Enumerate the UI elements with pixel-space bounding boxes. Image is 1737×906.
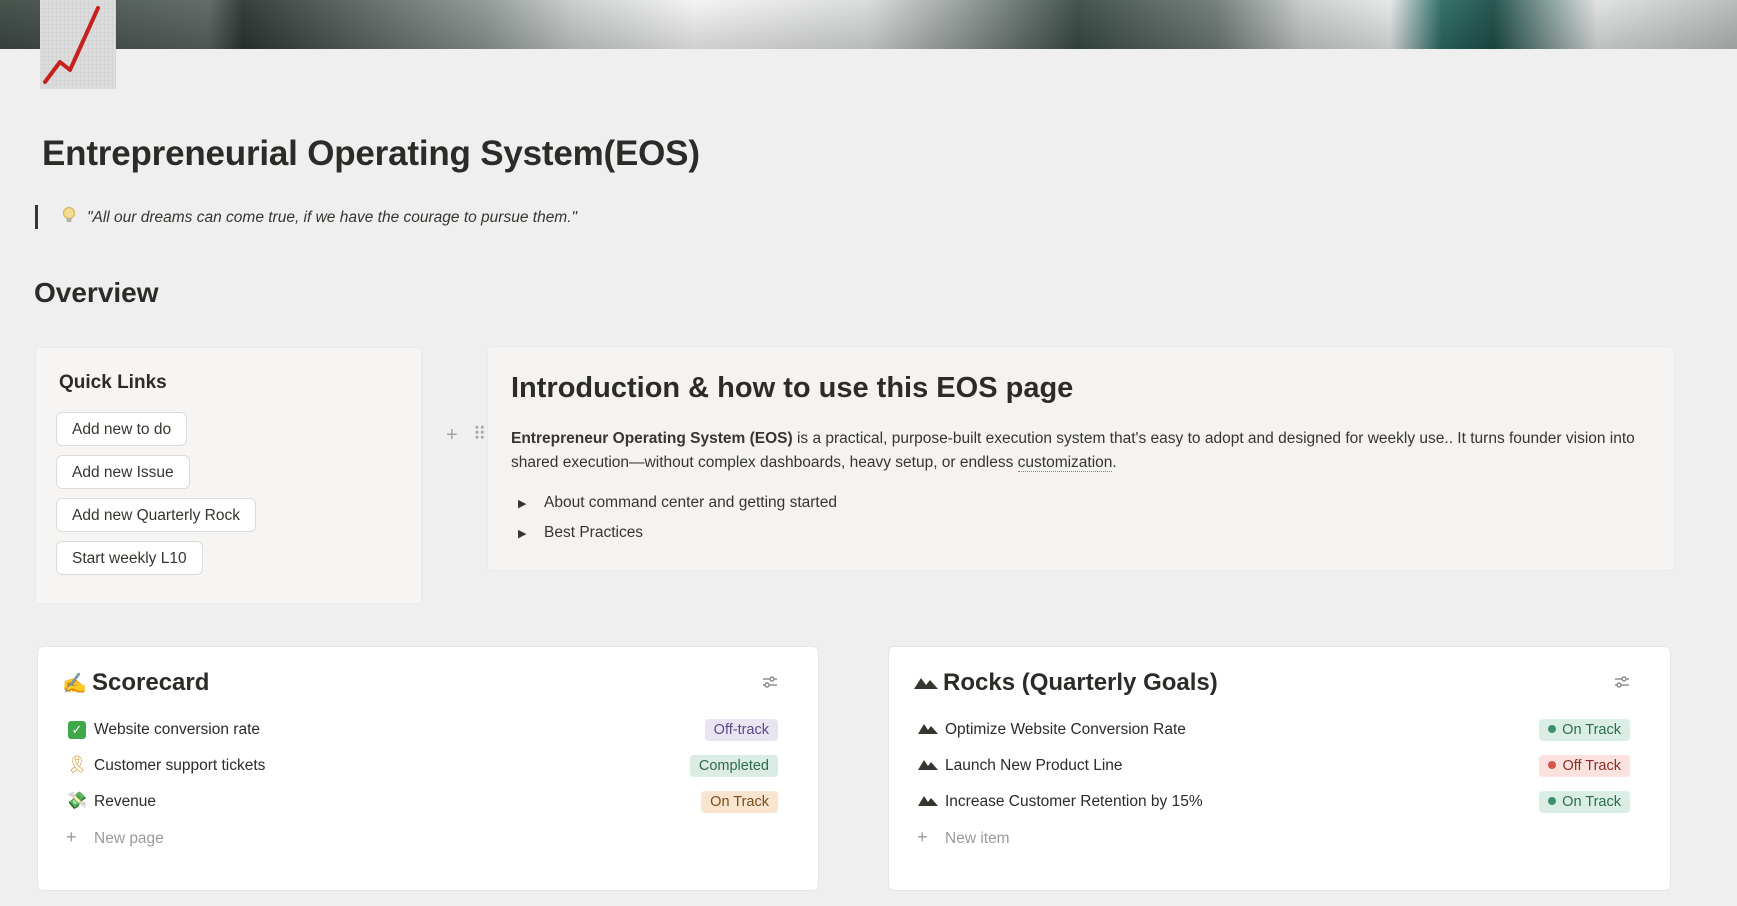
scorecard-title[interactable]: ✍ Scorecard — [62, 669, 209, 697]
new-page-label: New page — [94, 830, 164, 847]
mountain-icon — [917, 719, 939, 739]
intro-body[interactable]: Entrepreneur Operating System (EOS) is a… — [511, 427, 1651, 475]
add-block-icon[interactable]: + — [446, 424, 458, 447]
page-cover-image[interactable] — [0, 0, 1737, 49]
status-dot — [1548, 725, 1557, 733]
check-mark-icon: ✓ — [66, 719, 88, 739]
status-badge[interactable]: On Track — [701, 791, 778, 813]
status-text: Off Track — [1562, 758, 1621, 774]
add-new-todo-button[interactable]: Add new to do — [56, 412, 188, 446]
start-weekly-l10-button[interactable]: Start weekly L10 — [56, 541, 203, 575]
chart-increasing-icon[interactable] — [40, 0, 116, 89]
view-settings-icon[interactable] — [762, 675, 778, 693]
mountains-icon — [913, 673, 943, 696]
writing-hand-icon: ✍ — [62, 673, 87, 695]
section-heading-overview[interactable]: Overview — [34, 277, 159, 309]
toggle-label: Best Practices — [544, 524, 644, 541]
new-item-button[interactable]: + New item — [917, 827, 1010, 848]
row-name[interactable]: Revenue — [94, 793, 156, 811]
toggle-label: About command center and getting started — [544, 494, 837, 511]
scorecard-title-text: Scorecard — [92, 669, 210, 696]
toggle-best-practices[interactable]: ▶ Best Practices — [518, 524, 643, 542]
row-name[interactable]: Customer support tickets — [94, 757, 265, 775]
row-name[interactable]: Launch New Product Line — [945, 757, 1123, 775]
rocks-title-text: Rocks (Quarterly Goals) — [943, 669, 1218, 696]
text-cursor — [35, 205, 38, 229]
intro-body-bold: Entrepreneur Operating System (EOS) — [511, 430, 793, 447]
intro-body-underlined: customization — [1017, 454, 1113, 472]
mountain-icon — [917, 755, 939, 775]
toggle-about-command-center[interactable]: ▶ About command center and getting starte… — [518, 494, 837, 512]
status-badge[interactable]: Off Track — [1539, 755, 1630, 777]
scorecard-row[interactable]: ✓ Website conversion rate Off-track — [38, 712, 818, 748]
rocks-title[interactable]: Rocks (Quarterly Goals) — [913, 669, 1218, 697]
row-name[interactable]: Increase Customer Retention by 15% — [945, 793, 1203, 811]
rock-row[interactable]: Increase Customer Retention by 15% On Tr… — [889, 784, 1670, 820]
light-bulb-icon — [62, 206, 76, 229]
rock-row[interactable]: Launch New Product Line Off Track — [889, 748, 1670, 784]
page-title[interactable]: Entrepreneurial Operating System(EOS) — [42, 134, 700, 174]
status-badge[interactable]: On Track — [1539, 719, 1630, 741]
quick-links-panel: Quick Links Add new to do Add new Issue … — [35, 347, 422, 604]
toggle-triangle-icon[interactable]: ▶ — [518, 497, 544, 510]
drag-handle-icon[interactable]: ⠿ — [473, 424, 486, 445]
status-badge[interactable]: On Track — [1539, 791, 1630, 813]
plus-icon: + — [917, 827, 928, 847]
intro-title[interactable]: Introduction & how to use this EOS page — [511, 372, 1073, 405]
intro-body-end: . — [1112, 454, 1117, 471]
scorecard-database: ✍ Scorecard ✓ Website conversion rate Off… — [37, 646, 819, 891]
status-badge[interactable]: Off-track — [704, 719, 778, 741]
add-new-issue-button[interactable]: Add new Issue — [56, 455, 190, 489]
row-name[interactable]: Website conversion rate — [94, 721, 260, 739]
scorecard-row[interactable]: 🎗 Customer support tickets Completed — [38, 748, 818, 784]
status-dot — [1548, 761, 1557, 769]
new-page-button[interactable]: + New page — [66, 827, 164, 848]
add-new-quarterly-rock-button[interactable]: Add new Quarterly Rock — [56, 498, 256, 532]
money-with-wings-icon: 💸 — [66, 791, 88, 810]
status-badge[interactable]: Completed — [689, 755, 778, 777]
intro-panel: Introduction & how to use this EOS page … — [487, 346, 1675, 571]
status-dot — [1548, 797, 1557, 805]
new-item-label: New item — [945, 830, 1010, 847]
ribbon-icon: 🎗 — [66, 755, 88, 774]
quick-links-title: Quick Links — [59, 372, 167, 393]
scorecard-row[interactable]: 💸 Revenue On Track — [38, 784, 818, 820]
status-text: On Track — [1562, 722, 1621, 738]
quote-text[interactable]: "All our dreams can come true, if we hav… — [87, 209, 577, 227]
rocks-database: Rocks (Quarterly Goals) Optimize Website… — [888, 646, 1671, 891]
plus-icon: + — [66, 827, 77, 847]
status-text: On Track — [1562, 794, 1621, 810]
row-name[interactable]: Optimize Website Conversion Rate — [945, 721, 1186, 739]
rock-row[interactable]: Optimize Website Conversion Rate On Trac… — [889, 712, 1670, 748]
view-settings-icon[interactable] — [1614, 675, 1630, 693]
toggle-triangle-icon[interactable]: ▶ — [518, 527, 544, 540]
mountain-icon — [917, 791, 939, 811]
